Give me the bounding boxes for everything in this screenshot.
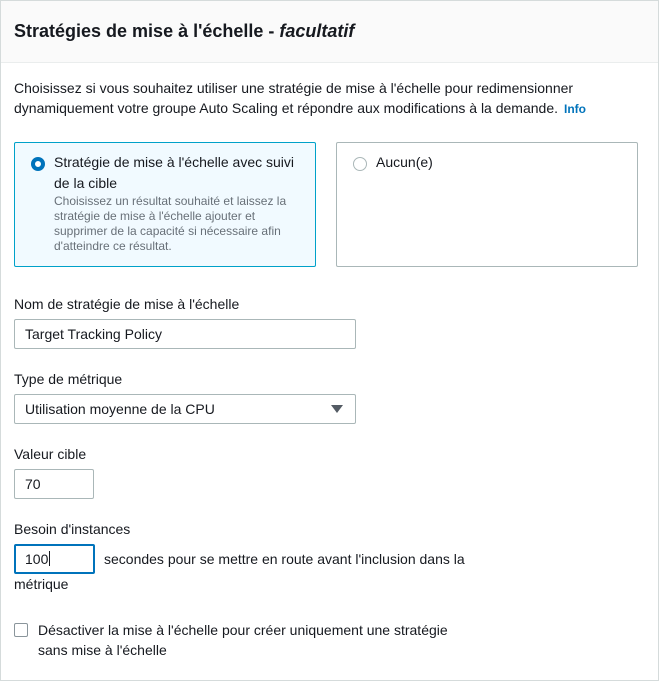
- target-tracking-description: Choisissez un résultat souhaité et laiss…: [54, 194, 287, 253]
- policy-name-input[interactable]: Target Tracking Policy: [14, 319, 356, 349]
- disable-scale-in-label[interactable]: Désactiver la mise à l'échelle pour crée…: [38, 620, 478, 660]
- section-description: Choisissez si vous souhaitez utiliser un…: [14, 78, 634, 119]
- instance-warmup-label: Besoin d'instances: [14, 521, 131, 537]
- panel-title-text: Stratégies de mise à l'échelle -: [14, 21, 280, 41]
- no-policy-radio[interactable]: [353, 157, 367, 171]
- target-value-input[interactable]: 70: [14, 469, 94, 499]
- target-tracking-label: Stratégie de mise à l'échelle avec suivi…: [54, 154, 295, 191]
- target-value-value: 70: [25, 476, 41, 492]
- instance-warmup-value: 100: [25, 551, 49, 567]
- policy-name-label: Nom de stratégie de mise à l'échelle: [14, 296, 240, 312]
- metric-type-select[interactable]: Utilisation moyenne de la CPU: [14, 394, 356, 424]
- caret-down-icon: [331, 405, 343, 413]
- no-policy-label: Aucun(e): [376, 154, 433, 170]
- target-value-label: Valeur cible: [14, 446, 87, 462]
- instance-warmup-suffix: secondes pour se mettre en route avant l…: [104, 551, 465, 567]
- scaling-policies-panel: Stratégies de mise à l'échelle - faculta…: [0, 0, 659, 681]
- description-text: Choisissez si vous souhaitez utiliser un…: [14, 80, 574, 116]
- instance-warmup-input[interactable]: 100: [14, 544, 95, 574]
- instance-warmup-suffix-continued: métrique: [14, 576, 69, 592]
- no-policy-option-tile[interactable]: Aucun(e): [336, 142, 638, 267]
- text-cursor: [49, 551, 51, 566]
- disable-scale-in-checkbox[interactable]: [14, 623, 28, 637]
- metric-type-label: Type de métrique: [14, 371, 123, 387]
- info-link[interactable]: Info: [564, 102, 586, 116]
- panel-header: Stratégies de mise à l'échelle - faculta…: [1, 1, 658, 63]
- panel-title: Stratégies de mise à l'échelle - faculta…: [14, 21, 354, 42]
- policy-name-value: Target Tracking Policy: [25, 326, 162, 342]
- target-tracking-radio[interactable]: [31, 157, 45, 171]
- target-tracking-option-tile[interactable]: Stratégie de mise à l'échelle avec suivi…: [14, 142, 316, 267]
- panel-title-optional: facultatif: [279, 21, 355, 41]
- metric-type-value: Utilisation moyenne de la CPU: [25, 401, 215, 417]
